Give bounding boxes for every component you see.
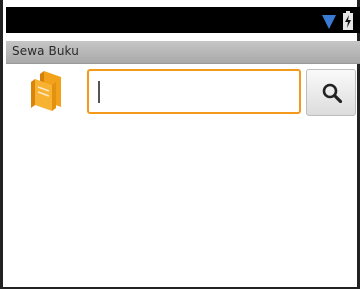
status-bar xyxy=(6,7,360,33)
books-icon xyxy=(31,71,61,111)
battery-icon xyxy=(343,11,353,30)
search-icon xyxy=(322,83,342,103)
search-input[interactable] xyxy=(95,77,291,106)
app-title: Sewa Buku xyxy=(12,44,79,58)
text-cursor xyxy=(98,81,100,103)
title-bar: Sewa Buku xyxy=(6,41,360,64)
search-button[interactable] xyxy=(306,69,356,116)
wifi-icon xyxy=(322,15,336,29)
search-field[interactable] xyxy=(87,69,301,114)
app-window: Sewa Buku xyxy=(0,0,360,289)
